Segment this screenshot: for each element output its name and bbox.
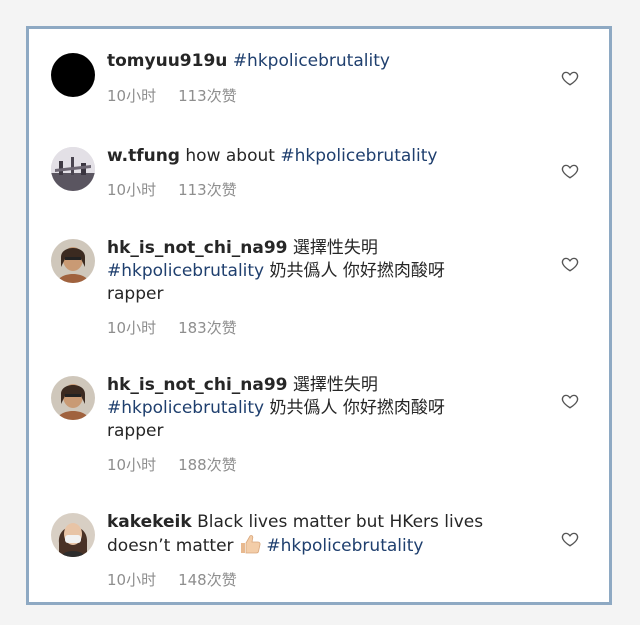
comment-username[interactable]: w.tfung <box>107 146 180 166</box>
photo-avatar-image <box>51 239 95 283</box>
comment-text: hk_is_not_chi_na99 選擇性失明 #hkpolicebrutal… <box>107 237 545 306</box>
comment-meta: 10小时 188次赞 <box>107 456 237 474</box>
comment-likes[interactable]: 113次赞 <box>178 181 237 199</box>
comment-body: 選擇性失明 <box>292 238 378 258</box>
comment-body: 選擇性失明 <box>292 375 378 395</box>
avatar[interactable] <box>51 513 95 557</box>
comment-text: tomyuu919u #hkpolicebrutality <box>107 50 545 73</box>
comment-body: how about <box>185 146 275 166</box>
comment-likes[interactable]: 188次赞 <box>178 456 237 474</box>
heart-icon[interactable] <box>561 530 579 548</box>
comment-body-cont: 奶共僞人 你好撚肉酸呀 <box>269 398 445 418</box>
photo-avatar-image <box>51 147 95 191</box>
comment-meta: 10小时 148次赞 <box>107 571 237 589</box>
comment-body-line2: doesn’t matter <box>107 536 234 556</box>
comment-username[interactable]: kakekeik <box>107 512 192 532</box>
comment-body-line2: rapper <box>107 284 164 304</box>
comment-text: hk_is_not_chi_na99 選擇性失明 #hkpolicebrutal… <box>107 374 545 443</box>
hashtag-link[interactable]: #hkpolicebrutality <box>280 146 437 166</box>
heart-icon[interactable] <box>561 392 579 410</box>
comment-text: w.tfung how about #hkpolicebrutality <box>107 145 545 168</box>
comment-meta: 10小时 183次赞 <box>107 319 237 337</box>
comment-likes[interactable]: 148次赞 <box>178 571 237 589</box>
avatar[interactable] <box>51 376 95 420</box>
hashtag-link[interactable]: #hkpolicebrutality <box>266 536 423 556</box>
avatar[interactable] <box>51 239 95 283</box>
comment-text: kakekeik Black lives matter but HKers li… <box>107 511 545 558</box>
thumbs-up-emoji <box>240 535 261 554</box>
avatar[interactable] <box>51 147 95 191</box>
comment-likes[interactable]: 113次赞 <box>178 87 237 105</box>
comment-time: 10小时 <box>107 181 157 199</box>
hashtag-link[interactable]: #hkpolicebrutality <box>233 51 390 71</box>
avatar[interactable] <box>51 53 95 97</box>
comment-time: 10小时 <box>107 319 157 337</box>
hashtag-link[interactable]: #hkpolicebrutality <box>107 398 264 418</box>
comment-time: 10小时 <box>107 87 157 105</box>
comment-time: 10小时 <box>107 571 157 589</box>
photo-avatar-image <box>51 376 95 420</box>
comment-meta: 10小时 113次赞 <box>107 181 237 199</box>
comment-body-line2: rapper <box>107 421 164 441</box>
comment-username[interactable]: hk_is_not_chi_na99 <box>107 238 288 258</box>
comment-likes[interactable]: 183次赞 <box>178 319 237 337</box>
heart-icon[interactable] <box>561 255 579 273</box>
heart-icon[interactable] <box>561 162 579 180</box>
heart-icon[interactable] <box>561 69 579 87</box>
comment-body: Black lives matter but HKers lives <box>197 512 484 532</box>
comment-time: 10小时 <box>107 456 157 474</box>
comments-panel: tomyuu919u #hkpolicebrutality 10小时 113次赞 … <box>26 26 612 605</box>
comment-username[interactable]: hk_is_not_chi_na99 <box>107 375 288 395</box>
comment-meta: 10小时 113次赞 <box>107 87 237 105</box>
comment-username[interactable]: tomyuu919u <box>107 51 227 71</box>
comment-body-cont: 奶共僞人 你好撚肉酸呀 <box>269 261 445 281</box>
hashtag-link[interactable]: #hkpolicebrutality <box>107 261 264 281</box>
photo-avatar-image <box>51 513 95 557</box>
